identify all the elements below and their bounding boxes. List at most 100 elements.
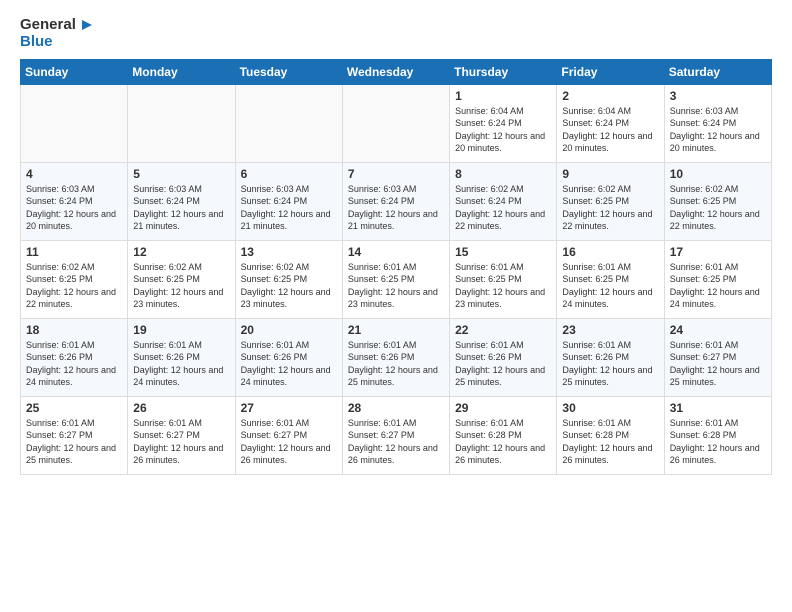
calendar-cell: 27 Sunrise: 6:01 AM Sunset: 6:27 PM Dayli… bbox=[235, 396, 342, 474]
calendar-cell: 8 Sunrise: 6:02 AM Sunset: 6:24 PM Daylig… bbox=[450, 162, 557, 240]
day-number: 6 bbox=[241, 167, 337, 181]
calendar-cell: 24 Sunrise: 6:01 AM Sunset: 6:27 PM Dayli… bbox=[664, 318, 771, 396]
day-number: 3 bbox=[670, 89, 766, 103]
weekday-saturday: Saturday bbox=[664, 59, 771, 84]
calendar-cell bbox=[128, 84, 235, 162]
day-number: 10 bbox=[670, 167, 766, 181]
day-number: 28 bbox=[348, 401, 444, 415]
logo-general: General bbox=[20, 17, 76, 34]
calendar-cell bbox=[342, 84, 449, 162]
calendar-cell: 15 Sunrise: 6:01 AM Sunset: 6:25 PM Dayli… bbox=[450, 240, 557, 318]
day-number: 5 bbox=[133, 167, 229, 181]
day-number: 13 bbox=[241, 245, 337, 259]
weekday-sunday: Sunday bbox=[21, 59, 128, 84]
calendar-cell: 4Sunrise: 6:03 AM Sunset: 6:24 PM Daylig… bbox=[21, 162, 128, 240]
day-number: 24 bbox=[670, 323, 766, 337]
day-info: Sunrise: 6:01 AM Sunset: 6:28 PM Dayligh… bbox=[455, 417, 551, 467]
day-info: Sunrise: 6:01 AM Sunset: 6:26 PM Dayligh… bbox=[455, 339, 551, 389]
day-info: Sunrise: 6:01 AM Sunset: 6:27 PM Dayligh… bbox=[26, 417, 122, 467]
day-number: 15 bbox=[455, 245, 551, 259]
day-number: 1 bbox=[455, 89, 551, 103]
day-info: Sunrise: 6:01 AM Sunset: 6:28 PM Dayligh… bbox=[670, 417, 766, 467]
week-row-4: 18 Sunrise: 6:01 AM Sunset: 6:26 PM Dayli… bbox=[21, 318, 772, 396]
day-info: Sunrise: 6:01 AM Sunset: 6:27 PM Dayligh… bbox=[348, 417, 444, 467]
day-number: 17 bbox=[670, 245, 766, 259]
calendar-cell: 21Sunrise: 6:01 AM Sunset: 6:26 PM Dayli… bbox=[342, 318, 449, 396]
day-info: Sunrise: 6:01 AM Sunset: 6:26 PM Dayligh… bbox=[562, 339, 658, 389]
day-info: Sunrise: 6:01 AM Sunset: 6:25 PM Dayligh… bbox=[455, 261, 551, 311]
calendar-cell: 31Sunrise: 6:01 AM Sunset: 6:28 PM Dayli… bbox=[664, 396, 771, 474]
calendar-cell: 26 Sunrise: 6:01 AM Sunset: 6:27 PM Dayli… bbox=[128, 396, 235, 474]
day-info: Sunrise: 6:02 AM Sunset: 6:25 PM Dayligh… bbox=[241, 261, 337, 311]
calendar-cell: 19 Sunrise: 6:01 AM Sunset: 6:26 PM Dayli… bbox=[128, 318, 235, 396]
weekday-monday: Monday bbox=[128, 59, 235, 84]
day-number: 19 bbox=[133, 323, 229, 337]
day-number: 7 bbox=[348, 167, 444, 181]
day-info: Sunrise: 6:04 AM Sunset: 6:24 PM Dayligh… bbox=[455, 105, 551, 155]
day-number: 8 bbox=[455, 167, 551, 181]
day-info: Sunrise: 6:01 AM Sunset: 6:26 PM Dayligh… bbox=[26, 339, 122, 389]
calendar-cell: 9 Sunrise: 6:02 AM Sunset: 6:25 PM Daylig… bbox=[557, 162, 664, 240]
day-number: 12 bbox=[133, 245, 229, 259]
week-row-5: 25 Sunrise: 6:01 AM Sunset: 6:27 PM Dayli… bbox=[21, 396, 772, 474]
calendar-cell: 14Sunrise: 6:01 AM Sunset: 6:25 PM Dayli… bbox=[342, 240, 449, 318]
day-number: 18 bbox=[26, 323, 122, 337]
calendar-cell: 10 Sunrise: 6:02 AM Sunset: 6:25 PM Dayli… bbox=[664, 162, 771, 240]
calendar-cell: 25 Sunrise: 6:01 AM Sunset: 6:27 PM Dayli… bbox=[21, 396, 128, 474]
calendar-cell: 20Sunrise: 6:01 AM Sunset: 6:26 PM Dayli… bbox=[235, 318, 342, 396]
calendar-cell: 6 Sunrise: 6:03 AM Sunset: 6:24 PM Daylig… bbox=[235, 162, 342, 240]
logo: General Blue bbox=[20, 16, 96, 51]
day-info: Sunrise: 6:03 AM Sunset: 6:24 PM Dayligh… bbox=[133, 183, 229, 233]
calendar-cell: 7 Sunrise: 6:03 AM Sunset: 6:24 PM Daylig… bbox=[342, 162, 449, 240]
calendar-cell: 13 Sunrise: 6:02 AM Sunset: 6:25 PM Dayli… bbox=[235, 240, 342, 318]
header: General Blue bbox=[20, 16, 772, 51]
day-info: Sunrise: 6:01 AM Sunset: 6:26 PM Dayligh… bbox=[241, 339, 337, 389]
calendar-cell bbox=[235, 84, 342, 162]
day-info: Sunrise: 6:02 AM Sunset: 6:24 PM Dayligh… bbox=[455, 183, 551, 233]
day-info: Sunrise: 6:03 AM Sunset: 6:24 PM Dayligh… bbox=[348, 183, 444, 233]
calendar-cell: 16Sunrise: 6:01 AM Sunset: 6:25 PM Dayli… bbox=[557, 240, 664, 318]
logo-arrow-icon bbox=[78, 16, 96, 34]
day-number: 4 bbox=[26, 167, 122, 181]
day-number: 25 bbox=[26, 401, 122, 415]
day-number: 14 bbox=[348, 245, 444, 259]
calendar-cell: 11 Sunrise: 6:02 AM Sunset: 6:25 PM Dayli… bbox=[21, 240, 128, 318]
day-number: 21 bbox=[348, 323, 444, 337]
day-number: 11 bbox=[26, 245, 122, 259]
day-info: Sunrise: 6:02 AM Sunset: 6:25 PM Dayligh… bbox=[562, 183, 658, 233]
day-info: Sunrise: 6:04 AM Sunset: 6:24 PM Dayligh… bbox=[562, 105, 658, 155]
calendar-cell: 5 Sunrise: 6:03 AM Sunset: 6:24 PM Daylig… bbox=[128, 162, 235, 240]
calendar-cell: 22 Sunrise: 6:01 AM Sunset: 6:26 PM Dayli… bbox=[450, 318, 557, 396]
weekday-tuesday: Tuesday bbox=[235, 59, 342, 84]
day-info: Sunrise: 6:01 AM Sunset: 6:27 PM Dayligh… bbox=[670, 339, 766, 389]
day-info: Sunrise: 6:01 AM Sunset: 6:27 PM Dayligh… bbox=[133, 417, 229, 467]
day-info: Sunrise: 6:03 AM Sunset: 6:24 PM Dayligh… bbox=[670, 105, 766, 155]
week-row-2: 4 Sunrise: 6:03 AM Sunset: 6:24 PM Daylig… bbox=[21, 162, 772, 240]
day-info: Sunrise: 6:01 AM Sunset: 6:27 PM Dayligh… bbox=[241, 417, 337, 467]
day-number: 22 bbox=[455, 323, 551, 337]
calendar-cell: 23 Sunrise: 6:01 AM Sunset: 6:26 PM Dayli… bbox=[557, 318, 664, 396]
day-number: 9 bbox=[562, 167, 658, 181]
logo-text: General Blue bbox=[20, 16, 96, 51]
day-number: 2 bbox=[562, 89, 658, 103]
week-row-1: 1 Sunrise: 6:04 AM Sunset: 6:24 PM Daylig… bbox=[21, 84, 772, 162]
day-number: 26 bbox=[133, 401, 229, 415]
day-info: Sunrise: 6:03 AM Sunset: 6:24 PM Dayligh… bbox=[241, 183, 337, 233]
weekday-thursday: Thursday bbox=[450, 59, 557, 84]
day-number: 27 bbox=[241, 401, 337, 415]
weekday-wednesday: Wednesday bbox=[342, 59, 449, 84]
week-row-3: 11 Sunrise: 6:02 AM Sunset: 6:25 PM Dayli… bbox=[21, 240, 772, 318]
day-number: 29 bbox=[455, 401, 551, 415]
calendar-cell: 1 Sunrise: 6:04 AM Sunset: 6:24 PM Daylig… bbox=[450, 84, 557, 162]
calendar-cell: 3 Sunrise: 6:03 AM Sunset: 6:24 PM Daylig… bbox=[664, 84, 771, 162]
page: General Blue SundayMondayTuesdayWednesda… bbox=[0, 0, 792, 612]
day-number: 23 bbox=[562, 323, 658, 337]
calendar-cell: 30Sunrise: 6:01 AM Sunset: 6:28 PM Dayli… bbox=[557, 396, 664, 474]
day-number: 16 bbox=[562, 245, 658, 259]
calendar-cell: 17Sunrise: 6:01 AM Sunset: 6:25 PM Dayli… bbox=[664, 240, 771, 318]
day-info: Sunrise: 6:02 AM Sunset: 6:25 PM Dayligh… bbox=[26, 261, 122, 311]
day-info: Sunrise: 6:01 AM Sunset: 6:26 PM Dayligh… bbox=[133, 339, 229, 389]
calendar-cell: 12Sunrise: 6:02 AM Sunset: 6:25 PM Dayli… bbox=[128, 240, 235, 318]
calendar-cell bbox=[21, 84, 128, 162]
day-info: Sunrise: 6:02 AM Sunset: 6:25 PM Dayligh… bbox=[670, 183, 766, 233]
